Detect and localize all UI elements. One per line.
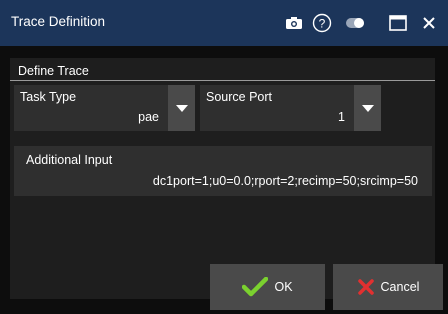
- x-icon: [357, 279, 374, 295]
- ok-button[interactable]: OK: [210, 264, 325, 310]
- camera-icon[interactable]: [283, 12, 305, 34]
- source-port-dropdown-button[interactable]: [354, 85, 381, 131]
- task-type-dropdown[interactable]: Task Type pae: [14, 85, 195, 131]
- maximize-icon[interactable]: [387, 12, 409, 34]
- divider: [10, 80, 435, 81]
- check-icon: [242, 277, 269, 297]
- title-bar: Trace Definition ?: [0, 0, 448, 46]
- chevron-down-icon: [175, 104, 188, 112]
- task-type-value: pae: [138, 110, 159, 124]
- define-trace-label: Define Trace: [18, 64, 89, 78]
- task-type-label: Task Type: [20, 90, 77, 104]
- additional-input-field[interactable]: Additional Input dc1port=1;u0=0.0;rport=…: [14, 146, 432, 196]
- additional-input-value[interactable]: dc1port=1;u0=0.0;rport=2;recimp=50;srcim…: [153, 174, 418, 188]
- help-icon[interactable]: ?: [311, 12, 333, 34]
- chevron-down-icon: [361, 104, 374, 112]
- task-type-dropdown-button[interactable]: [168, 85, 195, 131]
- cancel-label: Cancel: [380, 280, 420, 294]
- toggle-icon[interactable]: [344, 12, 366, 34]
- svg-text:?: ?: [319, 17, 326, 31]
- cancel-button[interactable]: Cancel: [333, 264, 443, 310]
- close-icon[interactable]: [418, 12, 440, 34]
- window-title: Trace Definition: [11, 14, 106, 29]
- source-port-value: 1: [338, 110, 345, 124]
- trace-definition-dialog: Trace Definition ? Define Trace Task Typ…: [0, 0, 448, 314]
- additional-input-label: Additional Input: [26, 153, 113, 167]
- source-port-label: Source Port: [206, 90, 273, 104]
- source-port-dropdown[interactable]: Source Port 1: [200, 85, 381, 131]
- ok-label: OK: [274, 280, 293, 294]
